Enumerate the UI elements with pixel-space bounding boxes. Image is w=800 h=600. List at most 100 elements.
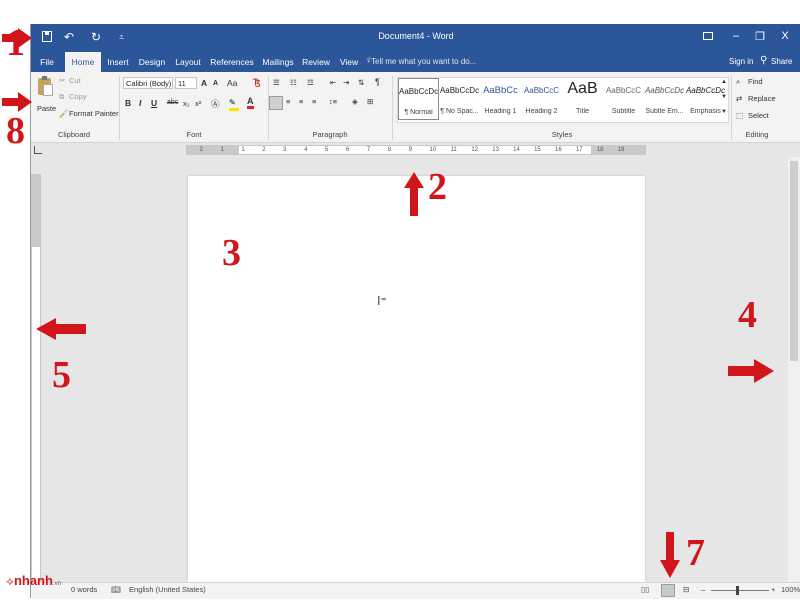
annotation-number-2: 2: [428, 166, 447, 208]
styles-scroll-down-icon[interactable]: ▼: [721, 94, 727, 100]
ruler-number: 10: [429, 147, 437, 153]
tab-home[interactable]: Home: [65, 52, 101, 72]
shading-icon[interactable]: ◈: [352, 97, 358, 106]
ruler-number: 15: [534, 147, 541, 153]
horizontal-ruler[interactable]: 2 1 1 2 3 4 5 6 7 8 9 10 11 12 13 14 15 16 17 18 19: [186, 145, 646, 155]
tab-references[interactable]: References: [208, 52, 256, 72]
styles-more-icon[interactable]: ▼: [721, 109, 727, 115]
style-emphasis[interactable]: AaBbCcDc Emphasis: [685, 78, 726, 120]
style-heading-2[interactable]: AaBbCcC Heading 2: [521, 78, 562, 120]
ruler-number: 19: [617, 147, 625, 153]
web-layout-icon[interactable]: ⊟: [683, 585, 689, 594]
styles-gallery: AaBbCcDc ¶ Normal AaBbCcDc ¶ No Spac... …: [397, 77, 729, 123]
tell-me-search[interactable]: Tell me what you want to do...: [371, 52, 476, 72]
style-subtitle[interactable]: AaBbCcC Subtitle: [603, 78, 644, 120]
tab-layout[interactable]: Layout: [171, 52, 205, 72]
zoom-slider-thumb[interactable]: [736, 586, 739, 595]
font-name-combo[interactable]: Calibri (Body): [123, 77, 173, 89]
text-cursor-icon: I⁼: [377, 294, 387, 308]
paste-button[interactable]: Paste: [34, 76, 56, 116]
zoom-in-button[interactable]: +: [771, 585, 775, 594]
font-color-icon[interactable]: A: [247, 96, 254, 109]
style-subtle-emphasis[interactable]: AaBbCcDc Subtle Em...: [644, 78, 685, 120]
scrollbar-thumb[interactable]: [790, 161, 798, 361]
ribbon-home: Paste ✂ Cut ⧉ Copy 🖌︎ Format Painter Cli…: [31, 72, 800, 143]
underline-button[interactable]: U: [151, 98, 157, 108]
title-bar: ↶ ↻ ⩡ Document4 - Word – ❐ X: [31, 24, 800, 52]
cut-button[interactable]: Cut: [69, 76, 81, 85]
zoom-out-button[interactable]: –: [701, 585, 705, 594]
increase-indent-icon[interactable]: ⇥: [343, 78, 349, 87]
close-button[interactable]: X: [776, 30, 794, 42]
replace-button[interactable]: Replace: [748, 94, 776, 103]
ribbon-tabs: File Home Insert Design Layout Reference…: [31, 52, 800, 72]
zoom-level[interactable]: 100%: [781, 585, 800, 594]
proofing-icon[interactable]: 📖︎: [111, 585, 121, 594]
style-title[interactable]: AaB Title: [562, 78, 603, 120]
bullets-icon[interactable]: ☰: [273, 78, 280, 87]
sort-icon[interactable]: ⇅: [358, 78, 364, 87]
select-button[interactable]: Select: [748, 111, 769, 120]
vertical-scrollbar[interactable]: [788, 157, 800, 582]
styles-scroll-up-icon[interactable]: ▲: [721, 79, 727, 85]
vertical-ruler-top-margin: [32, 175, 40, 247]
subscript-button[interactable]: x₂: [183, 99, 190, 108]
show-formatting-button[interactable]: ¶: [375, 77, 380, 87]
style-preview: AaBbCc: [483, 85, 518, 96]
borders-icon[interactable]: ⊞: [367, 97, 373, 106]
print-layout-icon[interactable]: [661, 584, 675, 597]
ruler-number: 18: [596, 147, 604, 153]
style-no-spacing[interactable]: AaBbCcDc ¶ No Spac...: [439, 78, 480, 120]
restore-button[interactable]: ❐: [751, 30, 769, 43]
style-label: Emphasis: [690, 108, 721, 115]
read-mode-icon[interactable]: ▯▯: [641, 585, 649, 594]
tab-mailings[interactable]: Mailings: [258, 52, 298, 72]
find-button[interactable]: Find: [748, 77, 763, 86]
vertical-ruler[interactable]: [31, 174, 41, 586]
highlight-color-icon[interactable]: ✎: [229, 98, 239, 111]
text-effects-icon[interactable]: Ⓐ: [211, 98, 220, 110]
format-painter-button[interactable]: Format Painter: [69, 109, 119, 118]
align-left-icon[interactable]: [269, 96, 283, 110]
align-center-icon[interactable]: ≡: [286, 97, 290, 106]
font-size-combo[interactable]: 11: [175, 77, 197, 89]
multilevel-list-icon[interactable]: ☲: [307, 78, 314, 87]
align-right-icon[interactable]: ≡: [299, 97, 303, 106]
ribbon-display-options-icon[interactable]: [703, 32, 713, 40]
sign-in-link[interactable]: Sign in: [729, 52, 753, 72]
justify-icon[interactable]: ≡: [312, 97, 316, 106]
shrink-font-button[interactable]: A: [213, 80, 218, 87]
annotation-arrow-5: [36, 318, 86, 340]
tab-file[interactable]: File: [33, 52, 61, 72]
bold-button[interactable]: B: [125, 98, 131, 108]
change-case-button[interactable]: Aa: [227, 78, 237, 88]
annotation-number-8: 8: [6, 110, 25, 152]
style-heading-1[interactable]: AaBbCc Heading 1: [480, 78, 521, 120]
styles-group-label: Styles: [551, 130, 573, 139]
numbering-icon[interactable]: ☷: [290, 78, 297, 87]
tab-insert[interactable]: Insert: [103, 52, 133, 72]
line-spacing-icon[interactable]: ↕≡: [329, 97, 337, 106]
italic-button[interactable]: I: [139, 98, 141, 108]
ruler-number: 6: [345, 147, 350, 153]
minimize-button[interactable]: –: [727, 30, 745, 42]
tab-view[interactable]: View: [334, 52, 364, 72]
zoom-slider[interactable]: [711, 590, 769, 591]
word-count[interactable]: 0 words: [71, 585, 97, 594]
status-bar: 0 words 📖︎ English (United States) ▯▯ ⊟ …: [31, 582, 800, 599]
strikethrough-button[interactable]: abc: [167, 99, 178, 106]
decrease-indent-icon[interactable]: ⇤: [330, 78, 336, 87]
language-status[interactable]: English (United States): [129, 585, 206, 594]
clear-formatting-icon[interactable]: Ꜩ: [253, 77, 260, 88]
document-title: Document4 - Word: [378, 31, 454, 41]
tab-review[interactable]: Review: [299, 52, 333, 72]
tab-selector-icon[interactable]: [34, 146, 42, 154]
grow-font-button[interactable]: A: [201, 78, 207, 88]
copy-button[interactable]: Copy: [69, 92, 87, 101]
tab-design[interactable]: Design: [135, 52, 169, 72]
superscript-button[interactable]: x²: [195, 99, 201, 108]
style-normal[interactable]: AaBbCcDc ¶ Normal: [398, 78, 439, 120]
ruler-number: 1: [220, 147, 224, 153]
document-page[interactable]: I⁼: [188, 176, 645, 582]
share-button[interactable]: Share: [771, 52, 792, 72]
